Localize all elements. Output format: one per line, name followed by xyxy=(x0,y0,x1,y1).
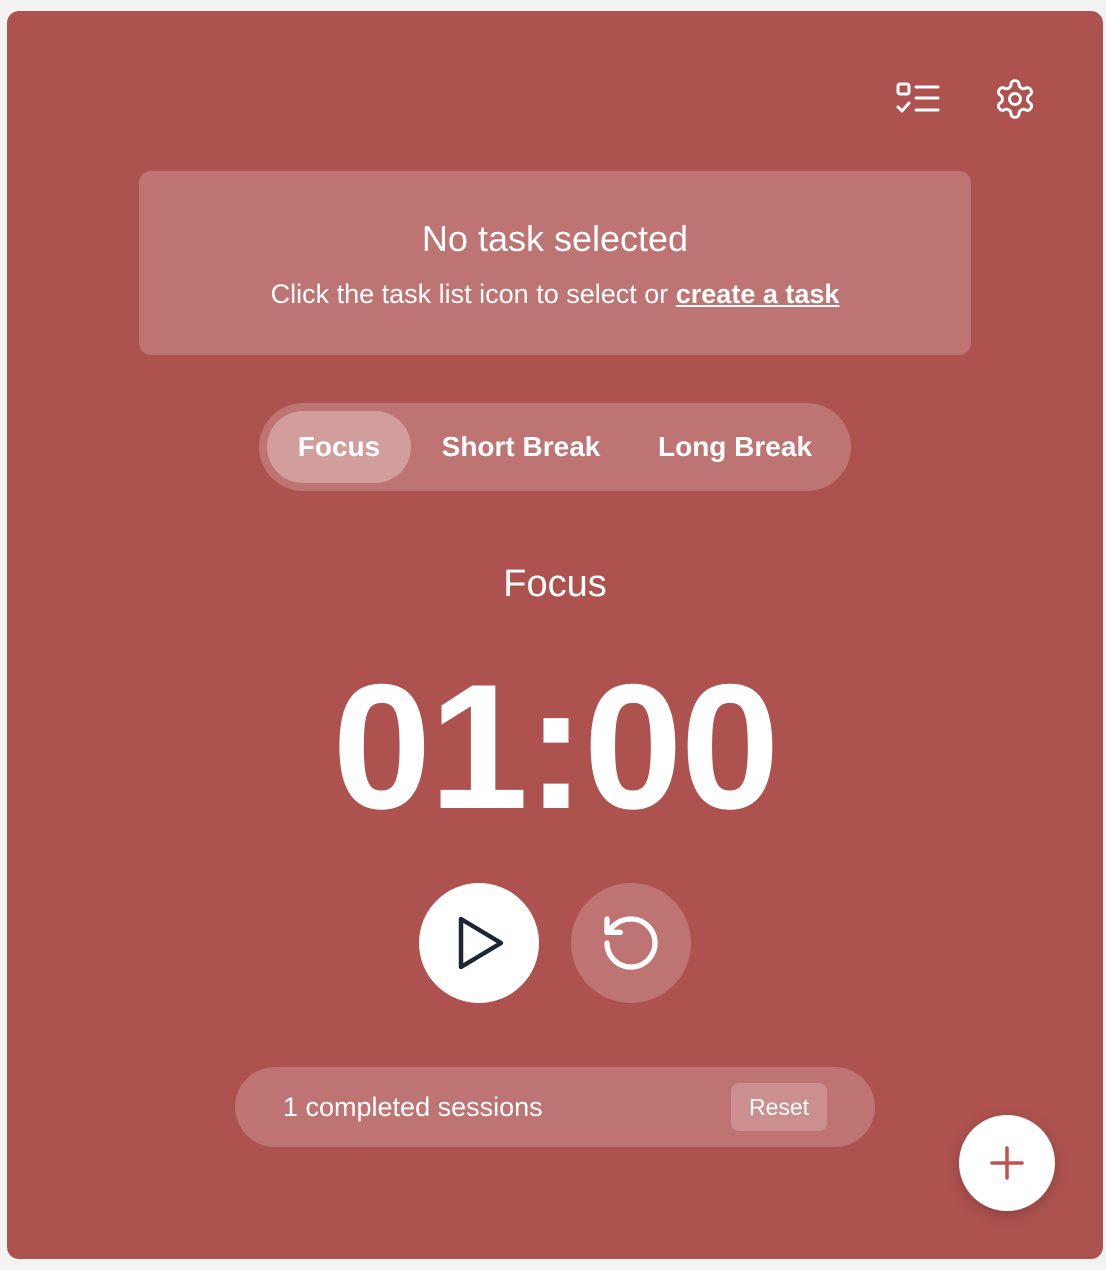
task-list-button[interactable] xyxy=(890,71,946,127)
task-hint: Click the task list icon to select or cr… xyxy=(139,277,971,311)
play-button[interactable] xyxy=(419,883,539,1003)
plus-icon xyxy=(990,1146,1024,1180)
timer-display: 01:00 xyxy=(332,647,779,846)
restart-icon xyxy=(604,916,658,970)
task-hint-text: Click the task list icon to select or xyxy=(270,279,676,309)
reset-sessions-button[interactable]: Reset xyxy=(731,1083,827,1131)
pomodoro-app: No task selected Click the task list ico… xyxy=(7,11,1103,1259)
task-title: No task selected xyxy=(421,218,689,259)
task-list-icon xyxy=(896,82,940,113)
mode-tab-focus[interactable]: Focus xyxy=(267,411,411,483)
sessions-bar: 1 completed sessions Reset xyxy=(235,1067,875,1147)
create-task-link[interactable]: create a task xyxy=(676,279,840,309)
add-task-button[interactable] xyxy=(959,1115,1055,1211)
settings-button[interactable] xyxy=(987,71,1043,127)
mode-switcher: Focus Short Break Long Break xyxy=(259,403,851,491)
restart-timer-button[interactable] xyxy=(571,883,691,1003)
completed-sessions-count: 1 completed sessions xyxy=(283,1092,543,1122)
current-task-card: No task selected Click the task list ico… xyxy=(139,171,971,355)
play-icon xyxy=(458,916,504,970)
mode-tab-short-break[interactable]: Short Break xyxy=(423,411,619,483)
current-mode-label: Focus xyxy=(503,563,607,605)
mode-tab-long-break[interactable]: Long Break xyxy=(635,411,835,483)
gear-icon xyxy=(997,79,1033,119)
